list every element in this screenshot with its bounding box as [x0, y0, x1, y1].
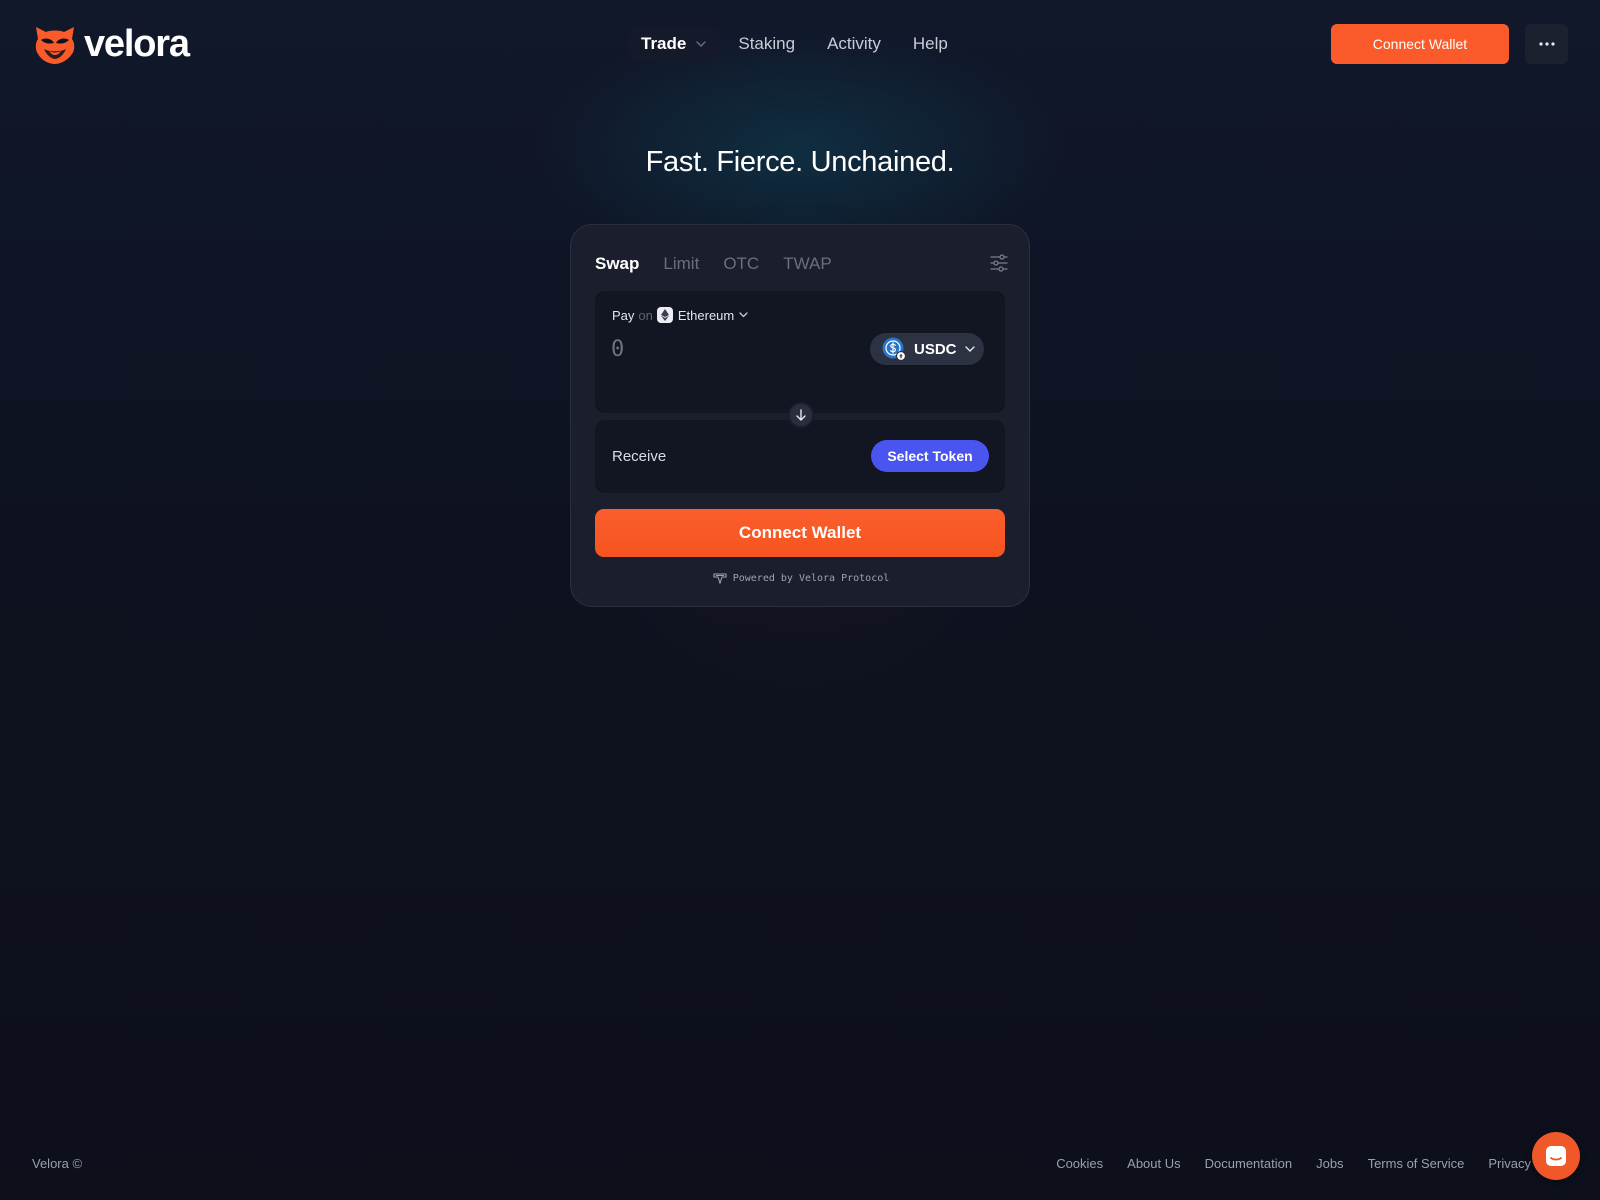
- pay-label: Pay: [612, 307, 635, 323]
- swap-settings-button[interactable]: [989, 253, 1009, 273]
- top-header: velora Trade Staking Activity Help Conne…: [0, 0, 1600, 88]
- nav-trade[interactable]: Trade: [628, 27, 721, 61]
- on-label: on: [638, 307, 653, 323]
- nav-staking[interactable]: Staking: [722, 27, 811, 61]
- main-nav: Trade Staking Activity Help: [628, 27, 964, 61]
- switch-direction-button[interactable]: [788, 402, 814, 428]
- chevron-down-icon: [696, 41, 707, 47]
- chevron-down-icon: [964, 346, 975, 352]
- sliders-icon: [990, 254, 1008, 272]
- receive-panel: Receive Select Token: [595, 420, 1005, 493]
- tab-otc[interactable]: OTC: [723, 254, 759, 274]
- fox-head-icon: [35, 27, 75, 64]
- arrow-down-icon: [796, 409, 806, 421]
- hero-tagline: Fast. Fierce. Unchained.: [645, 146, 955, 178]
- more-menu-button[interactable]: [1525, 24, 1568, 64]
- footer-link-privacy[interactable]: Privacy: [1488, 1156, 1531, 1171]
- pay-panel: Pay on Ethereum 0 USDC: [595, 291, 1005, 413]
- footer-link-jobs[interactable]: Jobs: [1316, 1156, 1343, 1171]
- powered-by-text: Powered by Velora Protocol: [732, 573, 890, 584]
- pay-chain-selector[interactable]: Ethereum: [656, 307, 748, 323]
- powered-by: Powered by Velora Protocol: [571, 573, 1031, 584]
- swap-card: Swap Limit OTC TWAP Pay on Ethereum 0 US…: [570, 224, 1030, 607]
- nav-trade-label: Trade: [641, 34, 687, 53]
- trade-mode-tabs: Swap Limit OTC TWAP: [595, 251, 832, 277]
- footer-link-documentation[interactable]: Documentation: [1205, 1156, 1292, 1171]
- tab-swap[interactable]: Swap: [595, 254, 639, 274]
- velora-protocol-icon: [713, 573, 727, 584]
- footer-link-about-us[interactable]: About Us: [1127, 1156, 1180, 1171]
- pay-amount-input[interactable]: [611, 333, 851, 365]
- select-token-button[interactable]: Select Token: [871, 440, 989, 472]
- footer-copyright: Velora ©: [32, 1156, 83, 1171]
- tab-limit[interactable]: Limit: [663, 254, 699, 274]
- receive-label: Receive: [612, 448, 667, 465]
- header-connect-wallet-button[interactable]: Connect Wallet: [1331, 24, 1509, 64]
- swap-connect-wallet-button[interactable]: Connect Wallet: [595, 509, 1005, 557]
- pay-token-symbol: USDC: [914, 340, 957, 358]
- footer-links: Cookies About Us Documentation Jobs Term…: [1056, 1156, 1531, 1171]
- footer-link-cookies[interactable]: Cookies: [1056, 1156, 1103, 1171]
- support-chat-button[interactable]: [1532, 1132, 1580, 1180]
- pay-label-row: Pay on Ethereum: [612, 307, 748, 323]
- footer-link-terms[interactable]: Terms of Service: [1368, 1156, 1465, 1171]
- nav-activity[interactable]: Activity: [811, 27, 897, 61]
- tab-twap[interactable]: TWAP: [783, 254, 831, 274]
- usdc-token-icon: [882, 337, 906, 361]
- chevron-down-icon: [739, 312, 748, 318]
- pay-token-selector[interactable]: USDC: [870, 333, 984, 365]
- velora-logo[interactable]: velora: [32, 22, 190, 66]
- chat-icon: [1546, 1146, 1566, 1166]
- brand-name: velora: [84, 23, 190, 65]
- nav-help[interactable]: Help: [897, 27, 964, 61]
- ethereum-icon: [656, 307, 673, 323]
- ellipsis-icon: [1538, 42, 1555, 46]
- pay-chain-name: Ethereum: [677, 307, 735, 323]
